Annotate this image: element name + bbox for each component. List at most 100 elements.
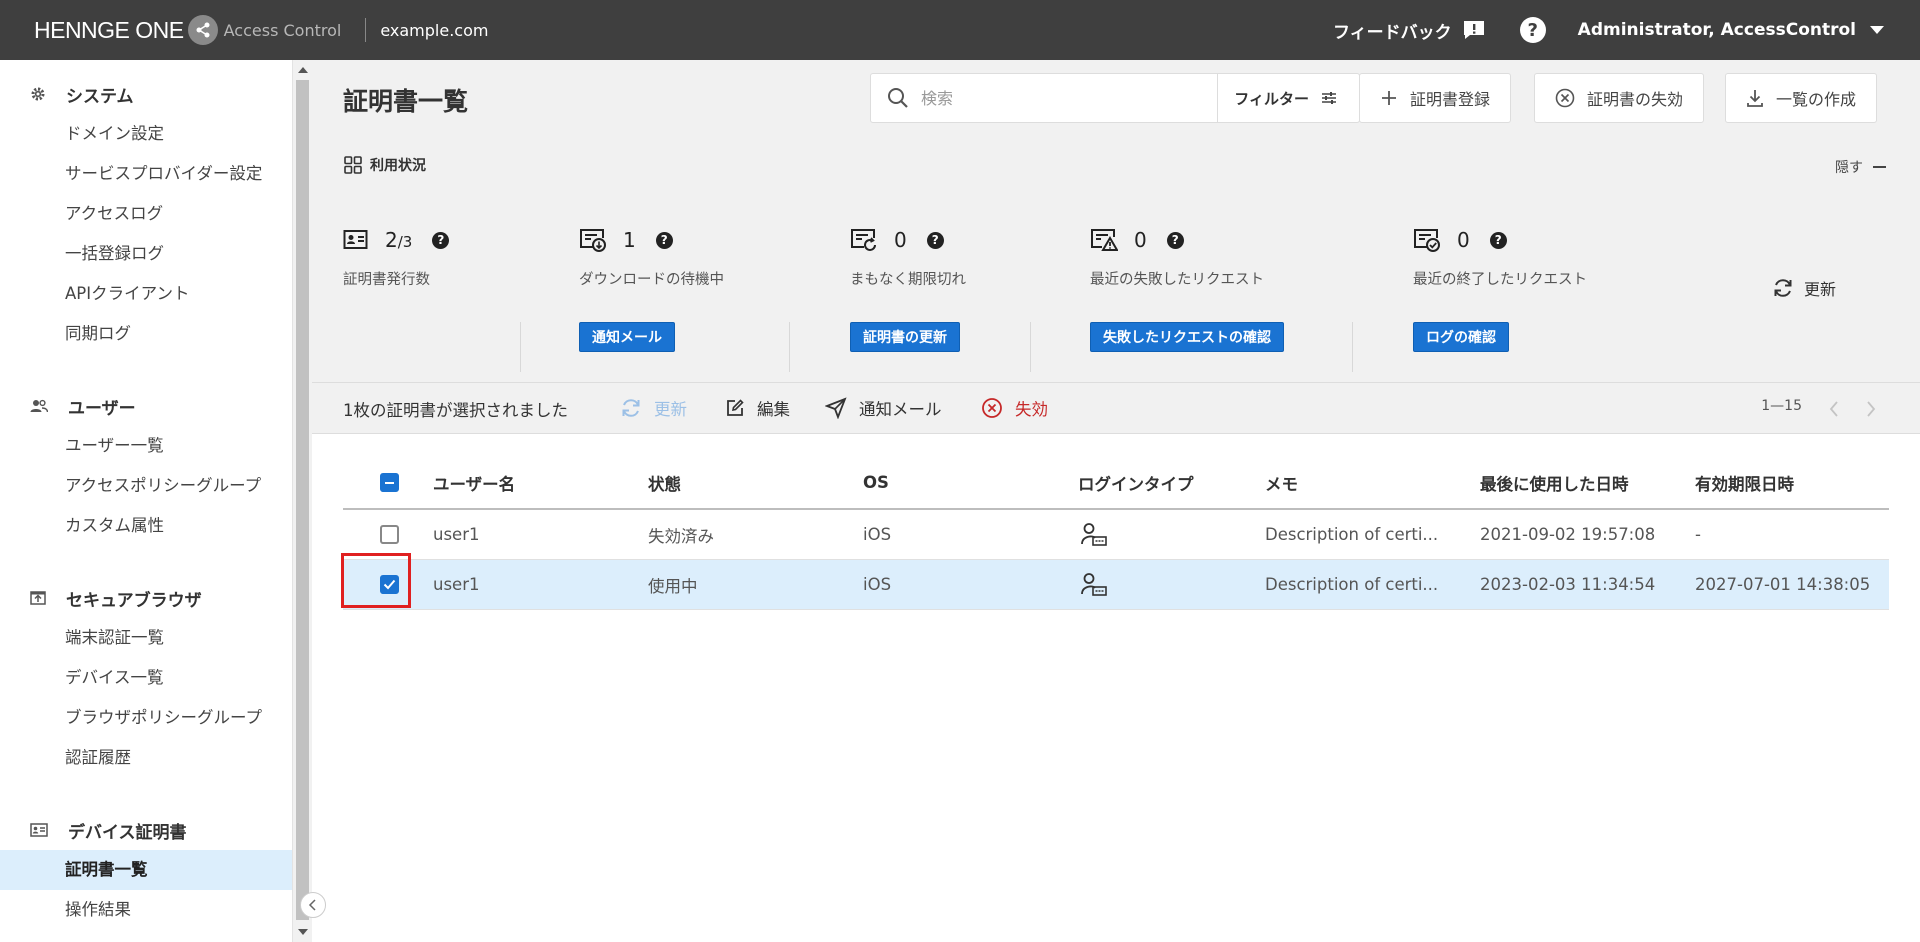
cell-status: 使用中 bbox=[648, 576, 698, 596]
refresh-selected-button[interactable]: 更新 bbox=[620, 396, 687, 420]
refresh-icon bbox=[622, 399, 640, 417]
sidebar-item-domain-settings[interactable]: ドメイン設定 bbox=[0, 114, 292, 154]
table-row[interactable]: user1 失効済み iOS Description of certi... 2… bbox=[343, 510, 1889, 560]
sidebar-item-certificate-list[interactable]: 証明書一覧 bbox=[0, 850, 292, 890]
brand[interactable]: HENNGE ONE Access Control bbox=[34, 15, 341, 45]
main-content: 証明書一覧 フィルター 証明書登録 証明書の失効 一覧の作成 利用状況 隠す bbox=[312, 60, 1920, 942]
stat-value: 0 bbox=[894, 228, 907, 252]
select-all-checkbox[interactable] bbox=[380, 473, 399, 492]
minus-icon bbox=[1873, 166, 1886, 168]
cell-expiration: - bbox=[1695, 525, 1701, 544]
notify-email-selected-button[interactable]: 通知メール bbox=[825, 396, 942, 420]
cell-login-type bbox=[1080, 560, 1108, 609]
column-header-memo[interactable]: メモ bbox=[1265, 457, 1298, 508]
stat-value: 2/3 bbox=[385, 228, 413, 252]
help-icon[interactable]: ? bbox=[432, 231, 450, 249]
row-checkbox[interactable] bbox=[380, 525, 399, 544]
edit-icon bbox=[727, 399, 744, 416]
id-card-icon bbox=[30, 823, 48, 837]
pagination-range: 1—15 bbox=[1761, 398, 1802, 414]
check-failed-requests-button[interactable]: 失敗したリクエストの確認 bbox=[1090, 322, 1284, 352]
stat-label: まもなく期限切れ bbox=[850, 272, 966, 288]
sidebar-section-label: システム bbox=[66, 86, 134, 107]
sidebar-item-device-list[interactable]: デバイス一覧 bbox=[0, 658, 292, 698]
stat-divider bbox=[1030, 322, 1031, 372]
sidebar-section-system[interactable]: システム bbox=[0, 74, 292, 114]
feedback-button[interactable]: フィードバック bbox=[1333, 18, 1486, 43]
sidebar-item-sync-log[interactable]: 同期ログ bbox=[0, 314, 292, 354]
notify-email-button[interactable]: 通知メール bbox=[579, 322, 675, 352]
column-header-os[interactable]: OS bbox=[863, 457, 889, 508]
sidebar-item-user-list[interactable]: ユーザー一覧 bbox=[0, 426, 292, 466]
sidebar-item-auth-history[interactable]: 認証履歴 bbox=[0, 738, 292, 778]
check-logs-button[interactable]: ログの確認 bbox=[1413, 322, 1509, 352]
sidebar-item-bulk-registration-log[interactable]: 一括登録ログ bbox=[0, 234, 292, 274]
tenant-domain: example.com bbox=[380, 20, 489, 40]
sidebar-section-device-certificates[interactable]: デバイス証明書 bbox=[0, 810, 292, 850]
sidebar-section-users[interactable]: ユーザー bbox=[0, 386, 292, 426]
help-icon[interactable]: ? bbox=[926, 231, 944, 249]
cancel-circle-icon bbox=[1555, 88, 1575, 108]
stat-recent-completed: 0 ? 最近の終了したリクエスト bbox=[1413, 226, 1587, 289]
help-icon[interactable]: ? bbox=[655, 231, 673, 249]
sidebar-item-terminal-auth-list[interactable]: 端末認証一覧 bbox=[0, 618, 292, 658]
plus-icon bbox=[1382, 91, 1396, 105]
selection-action-bar: 1枚の証明書が選択されました 更新 編集 通知メール 失効 1—15 bbox=[312, 382, 1920, 434]
sidebar-item-api-client[interactable]: APIクライアント bbox=[0, 274, 292, 314]
scrollbar-thumb[interactable] bbox=[296, 80, 309, 920]
stat-value: 0 bbox=[1457, 228, 1470, 252]
column-header-login-type[interactable]: ログインタイプ bbox=[1078, 457, 1194, 508]
chevron-right-icon[interactable] bbox=[1865, 400, 1877, 418]
sidebar-section-label: ユーザー bbox=[68, 398, 136, 419]
sidebar-section-label: セキュアブラウザ bbox=[66, 590, 202, 611]
cell-last-used: 2021-09-02 19:57:08 bbox=[1480, 525, 1656, 544]
sidebar-scrollbar[interactable] bbox=[292, 60, 312, 942]
sidebar-item-service-provider-settings[interactable]: サービスプロバイダー設定 bbox=[0, 154, 292, 194]
notify-email-selected-label: 通知メール bbox=[859, 400, 942, 419]
sidebar-item-custom-attributes[interactable]: カスタム属性 bbox=[0, 506, 292, 546]
brand-logo-icon bbox=[187, 15, 218, 45]
column-header-status[interactable]: 状態 bbox=[648, 457, 681, 508]
revoke-selected-button[interactable]: 失効 bbox=[981, 396, 1048, 420]
brand-divider bbox=[365, 18, 367, 42]
sidebar-item-browser-policy-group[interactable]: ブラウザポリシーグループ bbox=[0, 698, 292, 738]
cell-login-type bbox=[1080, 510, 1108, 559]
refresh-usage-button[interactable]: 更新 bbox=[1772, 276, 1836, 300]
sidebar-item-access-log[interactable]: アクセスログ bbox=[0, 194, 292, 234]
column-header-username[interactable]: ユーザー名 bbox=[433, 457, 515, 508]
help-icon[interactable]: ? bbox=[1519, 17, 1546, 43]
help-icon[interactable]: ? bbox=[1489, 231, 1507, 249]
search-input[interactable] bbox=[921, 83, 1181, 113]
table-row[interactable]: user1 使用中 iOS Description of certi... 20… bbox=[343, 560, 1889, 610]
stat-value: 0 bbox=[1134, 228, 1147, 252]
export-list-button[interactable]: 一覧の作成 bbox=[1725, 73, 1878, 123]
sidebar-item-access-policy-group[interactable]: アクセスポリシーグループ bbox=[0, 466, 292, 506]
top-bar: HENNGE ONE Access Control example.com フィ… bbox=[0, 0, 1920, 60]
certificate-check-icon bbox=[1414, 229, 1440, 252]
user-menu[interactable]: Administrator, AccessControl bbox=[1578, 20, 1884, 40]
selection-highlight-box bbox=[341, 553, 411, 608]
search-icon bbox=[888, 88, 908, 108]
column-header-expiration[interactable]: 有効期限日時 bbox=[1695, 457, 1794, 508]
edit-button[interactable]: 編集 bbox=[725, 396, 790, 420]
scroll-down-arrow-icon[interactable] bbox=[298, 929, 308, 935]
selection-count: 1枚の証明書が選択されました bbox=[343, 401, 568, 420]
scroll-up-arrow-icon[interactable] bbox=[298, 67, 308, 73]
chevron-left-icon[interactable] bbox=[1828, 400, 1840, 418]
hide-label: 隠す bbox=[1835, 160, 1863, 176]
stat-label: ダウンロードの待機中 bbox=[579, 272, 724, 288]
column-header-last-used[interactable]: 最後に使用した日時 bbox=[1480, 457, 1629, 508]
renew-certificates-button[interactable]: 証明書の更新 bbox=[850, 322, 960, 352]
filter-button[interactable]: フィルター bbox=[1217, 73, 1359, 123]
hide-usage-toggle[interactable]: 隠す bbox=[1835, 157, 1886, 177]
sidebar-section-secure-browser[interactable]: セキュアブラウザ bbox=[0, 578, 292, 618]
stat-expiring-soon: 0 ? まもなく期限切れ bbox=[850, 226, 966, 289]
stat-issued-certificates: 2/3 ? 証明書発行数 bbox=[343, 226, 450, 289]
revoke-certificate-button[interactable]: 証明書の失効 bbox=[1534, 73, 1705, 123]
sidebar-item-operation-results[interactable]: 操作結果 bbox=[0, 890, 292, 930]
help-icon[interactable]: ? bbox=[1166, 231, 1184, 249]
stat-label: 証明書発行数 bbox=[343, 272, 430, 288]
certificate-id-icon bbox=[343, 230, 368, 249]
cell-memo: Description of certi... bbox=[1265, 525, 1439, 544]
register-certificate-button[interactable]: 証明書登録 bbox=[1359, 73, 1512, 123]
